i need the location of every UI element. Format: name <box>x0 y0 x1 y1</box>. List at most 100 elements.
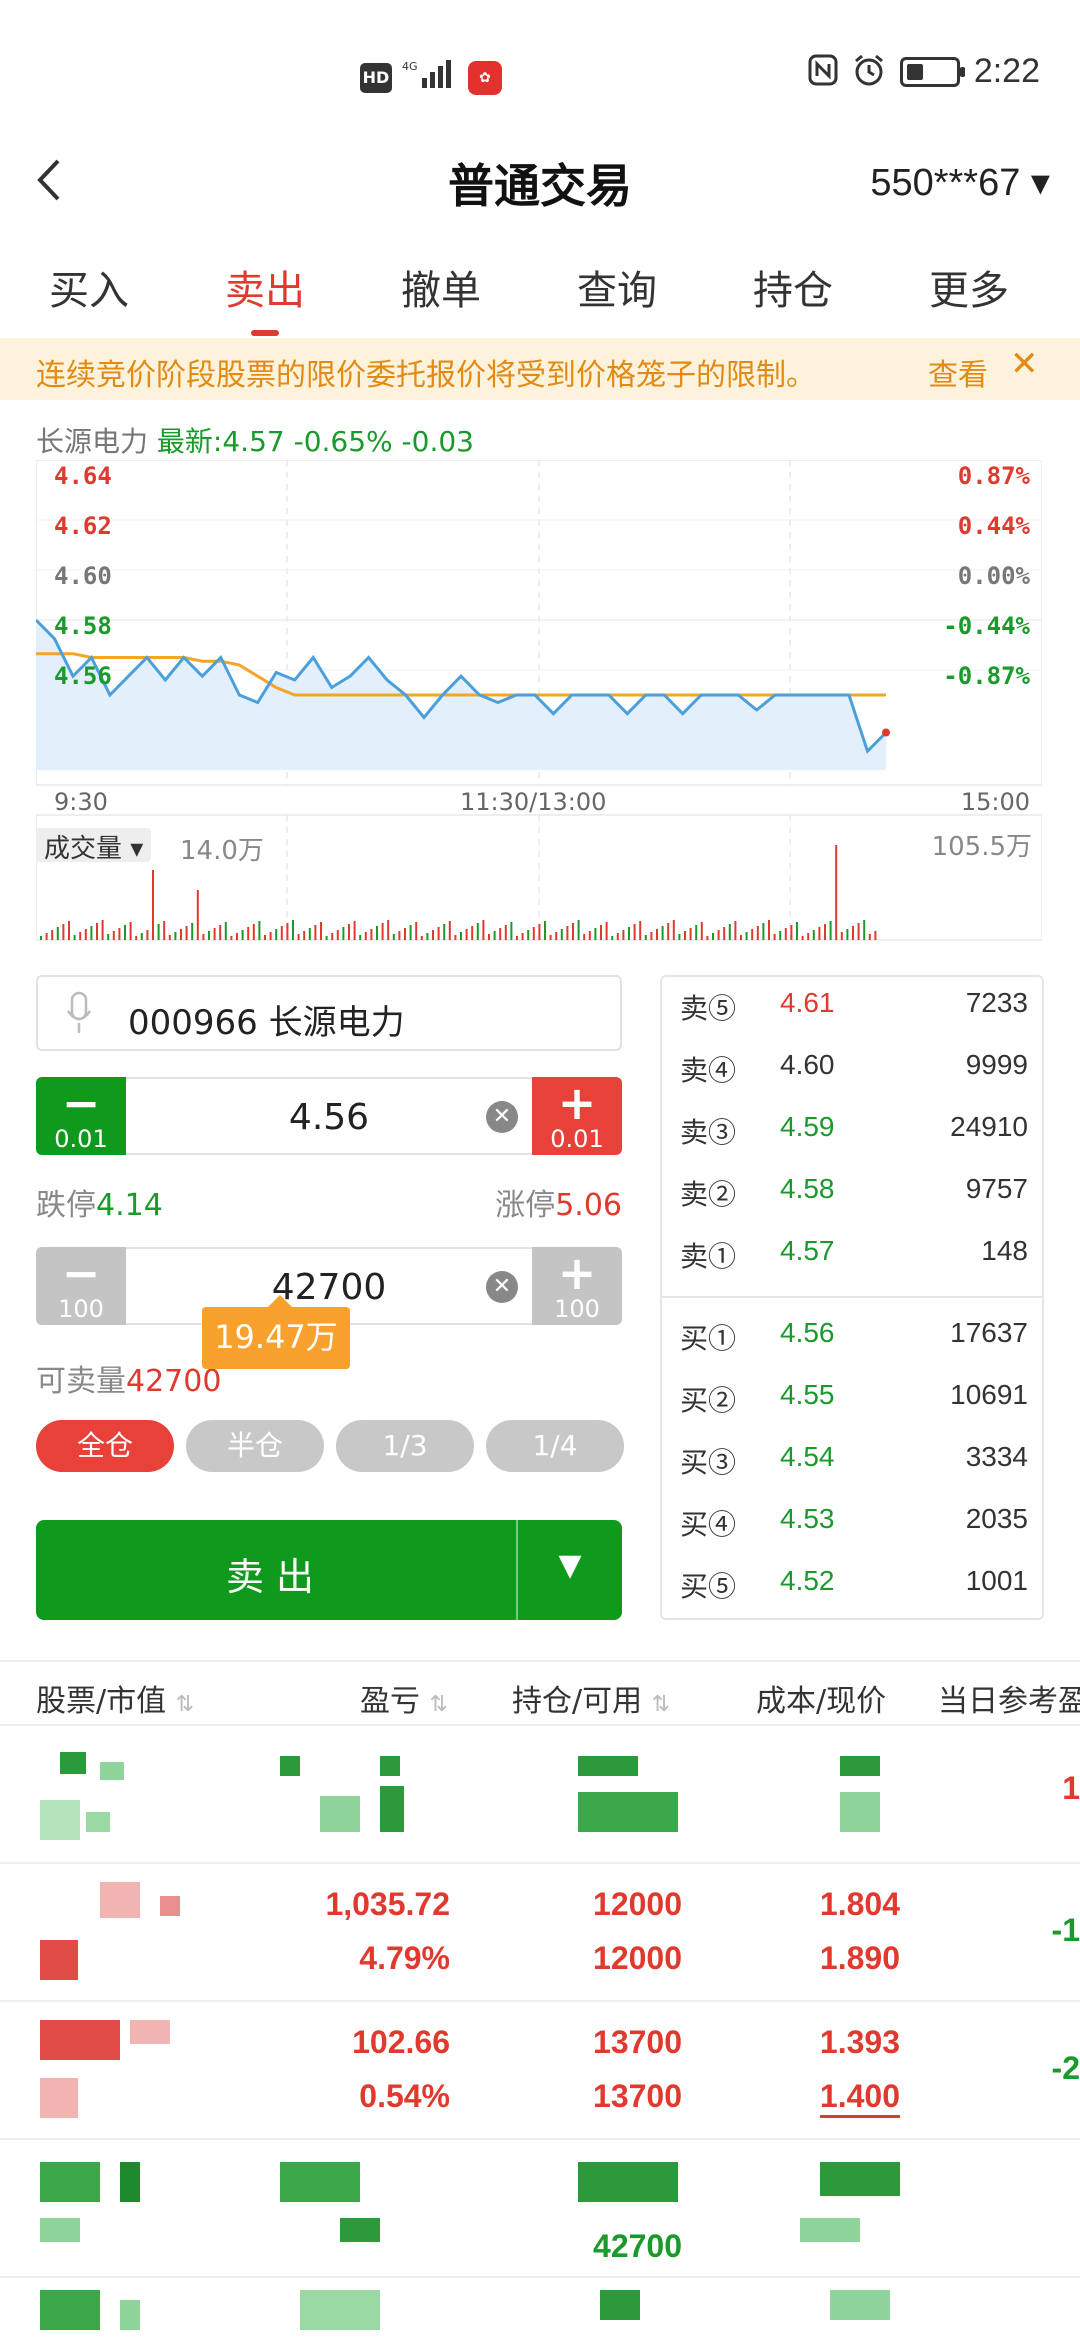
tab-more[interactable]: 更多 <box>882 258 1056 338</box>
volume-bar <box>336 930 339 940</box>
volume-bar <box>818 927 821 940</box>
volume-bar <box>387 920 390 940</box>
stock-code-input[interactable]: 000966 长源电力 <box>36 975 622 1051</box>
account-selector[interactable]: 550***67 ▾ <box>870 160 1050 205</box>
volume-bar <box>202 934 205 940</box>
ask-row[interactable]: 卖① 4.57 148 <box>680 1225 1028 1281</box>
volume-bar <box>331 933 334 940</box>
column-pnl[interactable]: 盈亏 ⇅ <box>360 1676 448 1720</box>
bid-row[interactable]: 买④ 4.53 2035 <box>680 1493 1028 1549</box>
bid-row[interactable]: 买① 4.56 17637 <box>680 1307 1028 1363</box>
y-left-tick: 4.64 <box>54 462 112 490</box>
volume-bar <box>219 925 222 940</box>
volume-bar <box>857 923 860 940</box>
chart-canvas <box>36 460 1042 941</box>
sell-button[interactable]: 卖出 ▼ <box>36 1520 622 1620</box>
table-row[interactable]: 1 <box>0 1726 1080 1864</box>
volume-bar <box>476 923 479 940</box>
table-row[interactable]: 1,035.72 4.79% 12000 12000 1.804 1.890 -… <box>0 1864 1080 2002</box>
volume-bar <box>846 929 849 940</box>
ratio-full-button[interactable]: 全仓 <box>36 1420 174 1472</box>
volume-bar <box>840 932 843 940</box>
clear-icon[interactable]: ✕ <box>486 1101 518 1133</box>
volume-bar <box>796 922 798 940</box>
volume-bar <box>544 921 546 940</box>
y-right-tick: -0.44% <box>943 612 1030 640</box>
bid-row[interactable]: 买⑤ 4.52 1001 <box>680 1555 1028 1611</box>
volume-bar <box>661 926 664 940</box>
volume-bar <box>286 923 289 940</box>
volume-bar <box>510 922 513 940</box>
clear-icon[interactable]: ✕ <box>486 1271 518 1303</box>
quote-line: 长源电力 最新:4.57 -0.65% -0.03 <box>36 420 474 460</box>
microphone-icon[interactable] <box>66 991 92 1035</box>
volume-bar <box>695 925 698 940</box>
chevron-down-icon[interactable]: ▼ <box>518 1548 622 1583</box>
notice-text: 连续竞价阶段股票的限价委托报价将受到价格笼子的限制。 <box>36 358 816 393</box>
bid-row[interactable]: 买② 4.55 10691 <box>680 1369 1028 1425</box>
ratio-third-button[interactable]: 1/3 <box>336 1420 474 1472</box>
volume-bar <box>689 928 692 940</box>
column-cost-price[interactable]: 成本/现价 <box>756 1676 886 1720</box>
close-icon[interactable]: ✕ <box>1010 344 1039 384</box>
battery-icon <box>899 56 965 87</box>
limit-down-value: 4.14 <box>96 1188 163 1223</box>
volume-bar <box>292 920 294 940</box>
notice-view-link[interactable]: 查看 <box>928 350 988 394</box>
y-left-tick: 4.58 <box>54 612 112 640</box>
ask-row[interactable]: 卖⑤ 4.61 7233 <box>680 977 1028 1033</box>
bid-row[interactable]: 买③ 4.54 3334 <box>680 1431 1028 1487</box>
volume-bar <box>370 929 373 940</box>
quantity-input[interactable]: 42700 <box>128 1267 530 1308</box>
tab-query[interactable]: 查询 <box>530 258 704 338</box>
volume-bar <box>381 923 384 940</box>
column-position[interactable]: 持仓/可用 ⇅ <box>512 1676 670 1720</box>
volume-bar <box>868 934 871 940</box>
volume-bar <box>482 920 485 940</box>
tab-buy[interactable]: 买入 <box>2 258 176 338</box>
volume-bar <box>684 931 686 940</box>
volume-bar <box>443 924 446 940</box>
sell-button-label: 卖出 <box>225 1555 326 1599</box>
ratio-quarter-button[interactable]: 1/4 <box>486 1420 624 1472</box>
volume-bar <box>588 931 591 940</box>
ask-row[interactable]: 卖③ 4.59 24910 <box>680 1101 1028 1157</box>
price-increase-button[interactable]: + 0.01 <box>532 1077 622 1155</box>
volume-bar <box>572 923 574 940</box>
volume-bar <box>784 928 787 940</box>
volume-bar <box>325 936 328 940</box>
price-input[interactable]: 4.56 <box>128 1097 530 1138</box>
volume-bar <box>51 930 54 940</box>
price-decrease-button[interactable]: − 0.01 <box>36 1077 126 1155</box>
volume-current: 14.0万 <box>180 836 264 866</box>
minus-icon: − <box>61 1076 101 1130</box>
tab-sell[interactable]: 卖出 <box>178 258 352 338</box>
intraday-chart[interactable]: 4.64 4.62 4.60 4.58 4.56 0.87% 0.44% 0.0… <box>36 460 1042 960</box>
ask-row[interactable]: 卖② 4.58 9757 <box>680 1163 1028 1219</box>
volume-bar <box>252 924 255 940</box>
column-today-pnl[interactable]: 当日参考盈 <box>938 1676 1080 1720</box>
table-row[interactable]: 42700 <box>0 2140 1080 2278</box>
volume-bar <box>566 926 569 940</box>
volume-bar <box>493 931 496 940</box>
plus-icon: + <box>557 1246 597 1300</box>
tab-cancel-order[interactable]: 撤单 <box>354 258 528 338</box>
column-stock-value[interactable]: 股票/市值 ⇅ <box>36 1676 194 1720</box>
quantity-increase-button[interactable]: + 100 <box>532 1247 622 1325</box>
volume-bar <box>790 925 793 940</box>
volume-bar <box>152 870 154 940</box>
ask-row[interactable]: 卖④ 4.60 9999 <box>680 1039 1028 1095</box>
volume-bar <box>40 936 42 940</box>
volume-bar <box>213 928 216 940</box>
volume-bar <box>639 921 642 940</box>
tab-holdings[interactable]: 持仓 <box>706 258 880 338</box>
volume-indicator-dropdown[interactable]: 成交量 ▾ <box>36 828 152 864</box>
volume-bar <box>656 929 658 940</box>
table-row[interactable]: 102.66 0.54% 13700 13700 1.393 1.400 -2 <box>0 2002 1080 2140</box>
notice-banner: 连续竞价阶段股票的限价委托报价将受到价格笼子的限制。 查看 ✕ <box>0 338 1080 400</box>
quantity-decrease-button[interactable]: − 100 <box>36 1247 126 1325</box>
trade-tabs: 买入 卖出 撤单 查询 持仓 更多 <box>0 258 1080 338</box>
nfc-icon <box>808 54 838 90</box>
table-row[interactable] <box>0 2278 1080 2340</box>
ratio-half-button[interactable]: 半仓 <box>186 1420 324 1472</box>
